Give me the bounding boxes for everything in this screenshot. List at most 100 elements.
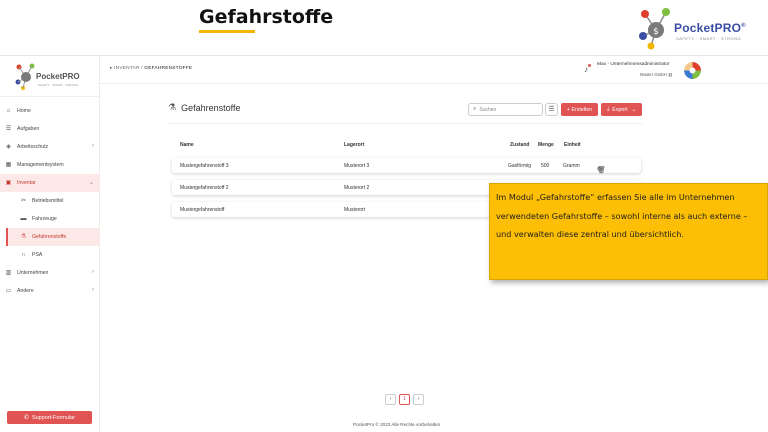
- grid-icon: ▦: [5, 161, 12, 168]
- chevron-right-icon: ›: [92, 143, 94, 149]
- header-divider: [168, 123, 642, 124]
- building-icon: ▥: [667, 72, 673, 77]
- sidebar-item-label: Managementsystem: [17, 162, 64, 168]
- pagination-next-button[interactable]: ›: [413, 394, 424, 405]
- info-callout: Im Modul „Gefahrstoffe“ erfassen Sie all…: [489, 183, 768, 280]
- list-icon: ☰: [5, 125, 12, 132]
- avatar-image: [684, 62, 701, 79]
- sidebar: PocketPRO SAFETY · SMART · STRONG ⌂ Home…: [0, 56, 100, 432]
- brand-tagline: SAFETY · SMART · STRONG: [676, 36, 742, 41]
- create-button[interactable]: + Erstellen: [561, 103, 598, 116]
- breadcrumb-separator: /: [141, 66, 143, 71]
- chevron-right-icon: ›: [92, 287, 94, 293]
- sidebar-item-label: Gefahrenstoffe: [32, 234, 67, 240]
- search-input[interactable]: ⌕ Suchen: [468, 103, 543, 116]
- cell-menge: 500: [541, 163, 550, 169]
- topbar: ▸ INVENTAR / GEFAHRENSTOFFE ♪ Max - Unte…: [100, 56, 768, 84]
- sidebar-item-label: PSA: [32, 252, 43, 258]
- sidebar-item-label: Home: [17, 108, 31, 114]
- filter-icon: ☰: [548, 106, 555, 113]
- slide-title: Gefahrstoffe: [199, 6, 334, 28]
- support-form-button[interactable]: ✆ Support-Formular: [7, 411, 92, 424]
- sidebar-item-label: Arbeitsschutz: [17, 144, 49, 150]
- sidebar-item-inventar[interactable]: ▣ Inventar ⌄: [0, 174, 100, 192]
- title-underline: [199, 30, 255, 33]
- sidebar-logo-icon: [15, 63, 35, 90]
- pagination-page-button[interactable]: 1: [399, 394, 410, 405]
- cell-zustand: Gasförmig: [508, 163, 532, 169]
- sidebar-nav: ⌂ Home ☰ Aufgaben ◈ Arbeitsschutz › ▦ Ma…: [0, 102, 100, 300]
- breadcrumb-current: GEFAHRENSTOFFE: [144, 66, 193, 71]
- table-row[interactable]: Mustergefahrenstoff 3 Musterort 3 Gasför…: [172, 158, 641, 174]
- tools-icon: ✂: [20, 197, 27, 204]
- footer-copyright: PocketPro © 2023 Alle Rechte vorbehalten: [353, 422, 441, 427]
- sidebar-item-psa[interactable]: ∩ PSA: [0, 246, 100, 264]
- home-icon: ⌂: [6, 107, 11, 114]
- sidebar-item-label: Fahrzeuge: [32, 216, 57, 222]
- sidebar-item-fahrzeuge[interactable]: ▬ Fahrzeuge: [0, 210, 100, 228]
- delete-icon[interactable]: 🗑: [597, 166, 610, 174]
- sidebar-divider: [0, 96, 100, 97]
- car-icon: ▬: [20, 215, 27, 222]
- avatar[interactable]: [684, 62, 701, 79]
- export-button[interactable]: ⤓ Export ⌄: [601, 103, 642, 116]
- filter-button[interactable]: ☰: [545, 103, 558, 116]
- support-button-label: Support-Formular: [31, 414, 76, 421]
- brand-name: PocketPRO®: [674, 21, 746, 35]
- column-header-menge[interactable]: Menge: [538, 142, 554, 148]
- column-header-einheit[interactable]: Einheit: [564, 142, 581, 148]
- sidebar-item-aufgaben[interactable]: ☰ Aufgaben: [0, 120, 100, 138]
- user-org: Muster GmbH ▥: [640, 72, 673, 77]
- sidebar-item-managementsystem[interactable]: ▦ Managementsystem: [0, 156, 100, 174]
- breadcrumb: ▸ INVENTAR / GEFAHRENSTOFFE: [110, 66, 192, 71]
- download-icon: ⤓: [606, 106, 610, 112]
- sidebar-logo-tagline: SAFETY · SMART · STRONG: [38, 83, 79, 87]
- chevron-right-icon: ›: [92, 269, 94, 275]
- sidebar-item-gefahrenstoffe[interactable]: ⚗ Gefahrenstoffe: [6, 228, 100, 246]
- column-header-zustand[interactable]: Zustand: [510, 142, 529, 148]
- chevron-down-icon: ⌄: [88, 180, 94, 186]
- molecule-logo-icon: $: [639, 8, 670, 50]
- sidebar-logo-text: PocketPRO: [36, 72, 80, 81]
- sidebar-item-betriebsmittel[interactable]: ✂ Betriebsmittel: [0, 192, 100, 210]
- phone-icon: ✆: [23, 415, 29, 421]
- brand-logo: $ PocketPRO® SAFETY · SMART · STRONG: [638, 6, 748, 52]
- flask-icon: ⚗: [20, 233, 27, 240]
- sidebar-item-label: Andere: [17, 288, 34, 294]
- sidebar-item-label: Aufgaben: [17, 126, 40, 132]
- sidebar-item-label: Inventar: [17, 180, 36, 186]
- page-title: ⚗ Gefahrenstoffe: [168, 102, 241, 113]
- shield-icon: ◈: [6, 143, 11, 150]
- sidebar-item-label: Betriebsmittel: [32, 198, 64, 204]
- window-icon: ▭: [5, 287, 12, 294]
- headset-icon: ∩: [21, 251, 26, 258]
- search-placeholder: Suchen: [479, 106, 497, 113]
- user-name: Max - Unternehmensadministrator: [597, 62, 670, 67]
- sidebar-logo[interactable]: PocketPRO SAFETY · SMART · STRONG: [14, 62, 84, 92]
- flask-icon: ⚗: [168, 102, 177, 112]
- box-icon: ▣: [5, 179, 12, 186]
- column-header-lagerort[interactable]: Lagerort: [344, 142, 364, 148]
- cell-name: Mustergefahrenstoff 3: [180, 163, 229, 169]
- cell-lagerort: Musterort 3: [344, 163, 370, 169]
- sidebar-item-unternehmen[interactable]: ▥ Unternehmen ›: [0, 264, 100, 282]
- building-icon: ▥: [5, 269, 12, 276]
- sidebar-item-andere[interactable]: ▭ Andere ›: [0, 282, 100, 300]
- chevron-down-icon: ⌄: [631, 106, 637, 113]
- cell-name: Mustergefahrenstoff: [180, 207, 225, 213]
- slide: Gefahrstoffe $ PocketPRO® SAFETY · SMART…: [0, 0, 768, 432]
- sidebar-item-home[interactable]: ⌂ Home: [0, 102, 100, 120]
- cell-lagerort: Musterort 2: [344, 185, 370, 191]
- search-icon: ⌕: [473, 106, 477, 112]
- svg-text:$: $: [653, 27, 659, 37]
- pagination: ‹ 1 ›: [385, 394, 427, 405]
- notification-bell-icon[interactable]: ♪: [584, 64, 591, 74]
- pagination-prev-button[interactable]: ‹: [385, 394, 396, 405]
- notification-dot: [588, 64, 591, 67]
- column-header-name[interactable]: Name: [180, 142, 194, 148]
- sidebar-item-arbeitsschutz[interactable]: ◈ Arbeitsschutz ›: [0, 138, 100, 156]
- cell-lagerort: Musterort: [344, 207, 366, 213]
- sidebar-item-label: Unternehmen: [17, 270, 49, 276]
- breadcrumb-parent[interactable]: INVENTAR: [114, 66, 140, 71]
- cell-einheit: Gramm: [563, 163, 580, 169]
